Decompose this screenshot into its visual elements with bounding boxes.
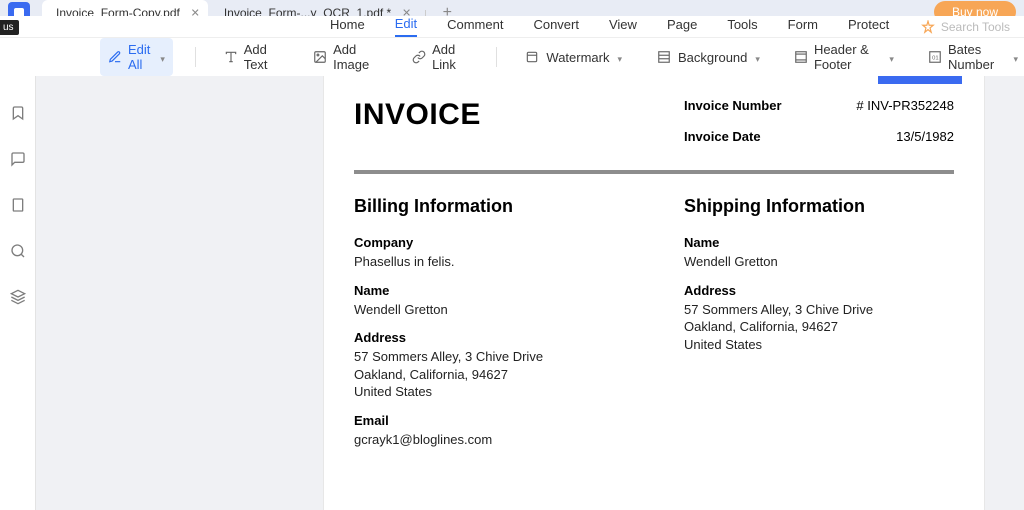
chevron-down-icon: [887, 50, 894, 65]
edit-toolbar: Edit All Add Text Add Image Add Link Wat…: [0, 37, 1024, 76]
tool-label: Header & Footer: [814, 42, 881, 72]
background-icon: [656, 49, 672, 65]
shipping-name-value: Wendell Gretton: [684, 253, 954, 271]
page-title: INVOICE: [354, 98, 481, 160]
billing-column: Billing Information Company Phasellus in…: [354, 196, 624, 448]
watermark-button[interactable]: Watermark: [518, 45, 628, 69]
shipping-column: Shipping Information Name Wendell Gretto…: [684, 196, 954, 448]
billing-heading: Billing Information: [354, 196, 624, 217]
menu-edit[interactable]: Edit: [395, 16, 417, 37]
bookmark-icon[interactable]: [9, 104, 27, 122]
add-image-button[interactable]: Add Image: [307, 38, 384, 76]
menu-convert[interactable]: Convert: [533, 17, 579, 36]
tool-label: Edit All: [128, 42, 152, 72]
edit-all-button[interactable]: Edit All: [100, 38, 173, 76]
thumbnails-icon[interactable]: [9, 196, 27, 214]
billing-address-label: Address: [354, 330, 624, 345]
header-footer-icon: [794, 49, 808, 65]
billing-email-value: gcrayk1@bloglines.com: [354, 431, 624, 449]
image-icon: [313, 49, 327, 65]
divider: [354, 170, 954, 174]
chevron-down-icon: [753, 50, 760, 65]
tool-label: Add Text: [244, 42, 279, 72]
pencil-icon: [108, 49, 122, 65]
document-viewer[interactable]: INVOICE Invoice Number # INV-PR352248 In…: [284, 76, 1024, 510]
billing-address-value: 57 Sommers Alley, 3 Chive Drive Oakland,…: [354, 348, 624, 401]
thumbnail-panel[interactable]: [36, 76, 284, 510]
locale-indicator: us: [0, 20, 19, 35]
accent-stripe: [878, 76, 962, 84]
tool-label: Add Link: [432, 42, 468, 72]
address-line: 57 Sommers Alley, 3 Chive Drive: [354, 348, 624, 366]
left-rail: [0, 76, 36, 510]
chevron-down-icon: [1011, 50, 1018, 65]
address-line: 57 Sommers Alley, 3 Chive Drive: [684, 301, 954, 319]
workspace: INVOICE Invoice Number # INV-PR352248 In…: [0, 76, 1024, 510]
shipping-address-label: Address: [684, 283, 954, 298]
tool-label: Add Image: [333, 42, 378, 72]
search-tools[interactable]: Search Tools: [921, 20, 1010, 34]
menu-tools[interactable]: Tools: [727, 17, 757, 36]
sparkle-icon: [921, 20, 935, 34]
chevron-down-icon: [615, 50, 622, 65]
page: INVOICE Invoice Number # INV-PR352248 In…: [324, 76, 984, 510]
invoice-number-value: # INV-PR352248: [856, 98, 954, 113]
billing-name-label: Name: [354, 283, 624, 298]
main-menu: Home Edit Comment Convert View Page Tool…: [0, 16, 1024, 37]
invoice-number-label: Invoice Number: [684, 98, 782, 113]
search-icon[interactable]: [9, 242, 27, 260]
menu-protect[interactable]: Protect: [848, 17, 889, 36]
billing-email-label: Email: [354, 413, 624, 428]
add-text-button[interactable]: Add Text: [218, 38, 285, 76]
invoice-date-label: Invoice Date: [684, 129, 761, 144]
bates-icon: 01: [928, 49, 942, 65]
link-icon: [412, 49, 426, 65]
address-line: United States: [354, 383, 624, 401]
invoice-meta: Invoice Number # INV-PR352248 Invoice Da…: [684, 98, 954, 160]
tool-label: Bates Number: [948, 42, 1006, 72]
invoice-date-value: 13/5/1982: [896, 129, 954, 144]
tool-label: Watermark: [546, 50, 609, 65]
search-tools-label: Search Tools: [941, 20, 1010, 34]
text-icon: [224, 49, 238, 65]
shipping-name-label: Name: [684, 235, 954, 250]
billing-company-label: Company: [354, 235, 624, 250]
divider: [496, 47, 497, 67]
menu-home[interactable]: Home: [330, 17, 365, 36]
layers-icon[interactable]: [9, 288, 27, 306]
watermark-icon: [524, 49, 540, 65]
shipping-heading: Shipping Information: [684, 196, 954, 217]
menu-comment[interactable]: Comment: [447, 17, 503, 36]
address-line: Oakland, California, 94627: [684, 318, 954, 336]
menu-page[interactable]: Page: [667, 17, 697, 36]
menu-view[interactable]: View: [609, 17, 637, 36]
billing-name-value: Wendell Gretton: [354, 301, 624, 319]
shipping-address-value: 57 Sommers Alley, 3 Chive Drive Oakland,…: [684, 301, 954, 354]
address-line: United States: [684, 336, 954, 354]
bates-number-button[interactable]: 01 Bates Number: [922, 38, 1024, 76]
menu-form[interactable]: Form: [788, 17, 818, 36]
tool-label: Background: [678, 50, 747, 65]
comment-icon[interactable]: [9, 150, 27, 168]
billing-company-value: Phasellus in felis.: [354, 253, 624, 271]
header-footer-button[interactable]: Header & Footer: [788, 38, 900, 76]
divider: [195, 47, 196, 67]
add-link-button[interactable]: Add Link: [406, 38, 474, 76]
address-line: Oakland, California, 94627: [354, 366, 624, 384]
svg-text:01: 01: [932, 55, 938, 61]
chevron-down-icon: [158, 50, 165, 65]
background-button[interactable]: Background: [650, 45, 766, 69]
